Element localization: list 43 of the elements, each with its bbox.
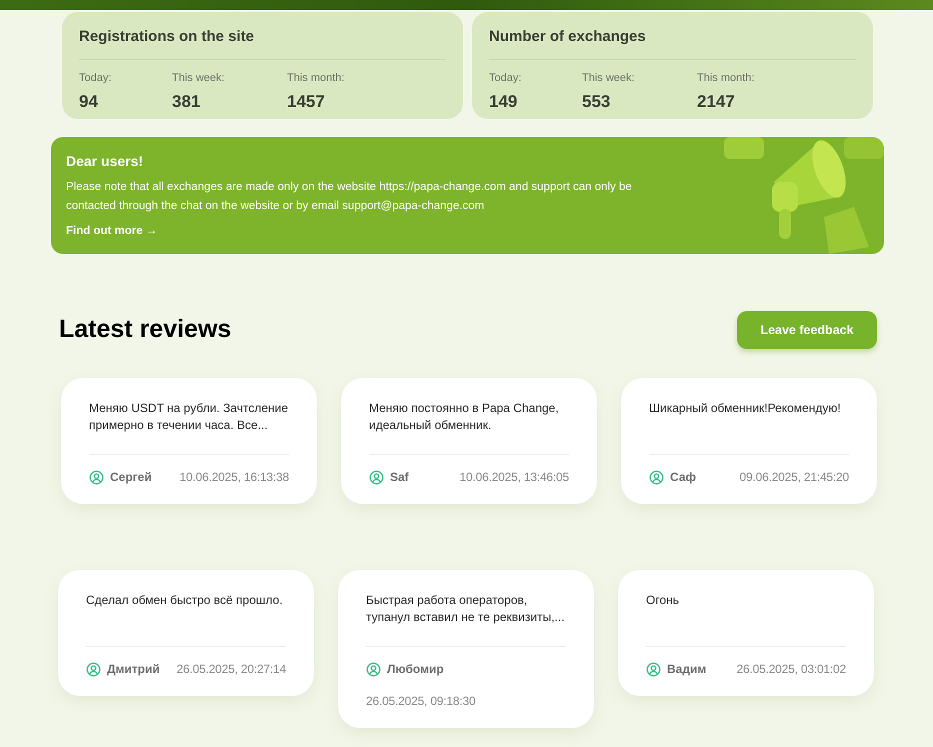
stat-label: Today: [489,70,522,86]
author-name: Сергей [110,469,152,486]
review-date: 10.06.2025, 16:13:38 [180,469,289,486]
author-name: Вадим [667,661,706,678]
stat-value: 149 [489,91,518,113]
stats-title: Registrations on the site [79,26,446,60]
stat-value: 94 [79,91,99,113]
stat-value: 553 [582,91,612,113]
review-date: 26.05.2025, 09:18:30 [366,693,476,710]
review-text: Меняю постоянно в Papa Change, идеальный обменник. [369,400,560,434]
author-name: Саф [670,469,696,486]
stat-value: 381 [172,91,202,113]
leave-feedback-button[interactable]: Leave feedback [737,311,877,349]
stat-value: 2147 [697,91,736,113]
notice-text: Please note that all exchanges are made only on the website https://papa-change.com and support can only be contacted through the chat on the website or by email support@papa-change.com [66,180,633,214]
review-date: 10.06.2025, 13:46:05 [460,469,569,486]
notice-title: Dear users! [66,152,144,171]
user-icon [646,662,661,676]
review-text: Быстрая работа операторов, тупанул вставил не те реквизиты,... [366,592,566,626]
author-name: Дмитрий [107,661,160,678]
author-name: Любомир [387,661,444,678]
review-text: Сделал обмен быстро всё прошло. [86,592,284,609]
review-date: 09.06.2025, 21:45:20 [740,469,849,486]
review-text: Меняю USDT на рубли. Зачтсление примерно в течении часа. Все... [89,400,289,434]
stats-title: Number of exchanges [489,26,856,60]
user-icon [86,662,101,676]
stat-label: This month: [287,70,346,86]
stat-label: This week: [582,70,636,86]
review-date: 26.05.2025, 03:01:02 [736,661,846,678]
stat-label: This month: [697,70,756,86]
stat-label: This week: [172,70,226,86]
user-icon [649,470,664,484]
user-icon [89,470,104,484]
stat-label: Today: [79,70,112,86]
stat-value: 1457 [287,91,326,113]
review-text: Шикарный обменник!Рекомендую! [649,400,842,417]
review-date: 26.05.2025, 20:27:14 [176,661,286,678]
section-title: Latest reviews [59,314,232,346]
review-text: Огонь [646,592,680,609]
user-icon [369,470,384,484]
author-name: Saf [390,469,409,486]
find-out-more-link[interactable]: Find out more → [66,223,158,240]
user-icon [366,662,381,676]
